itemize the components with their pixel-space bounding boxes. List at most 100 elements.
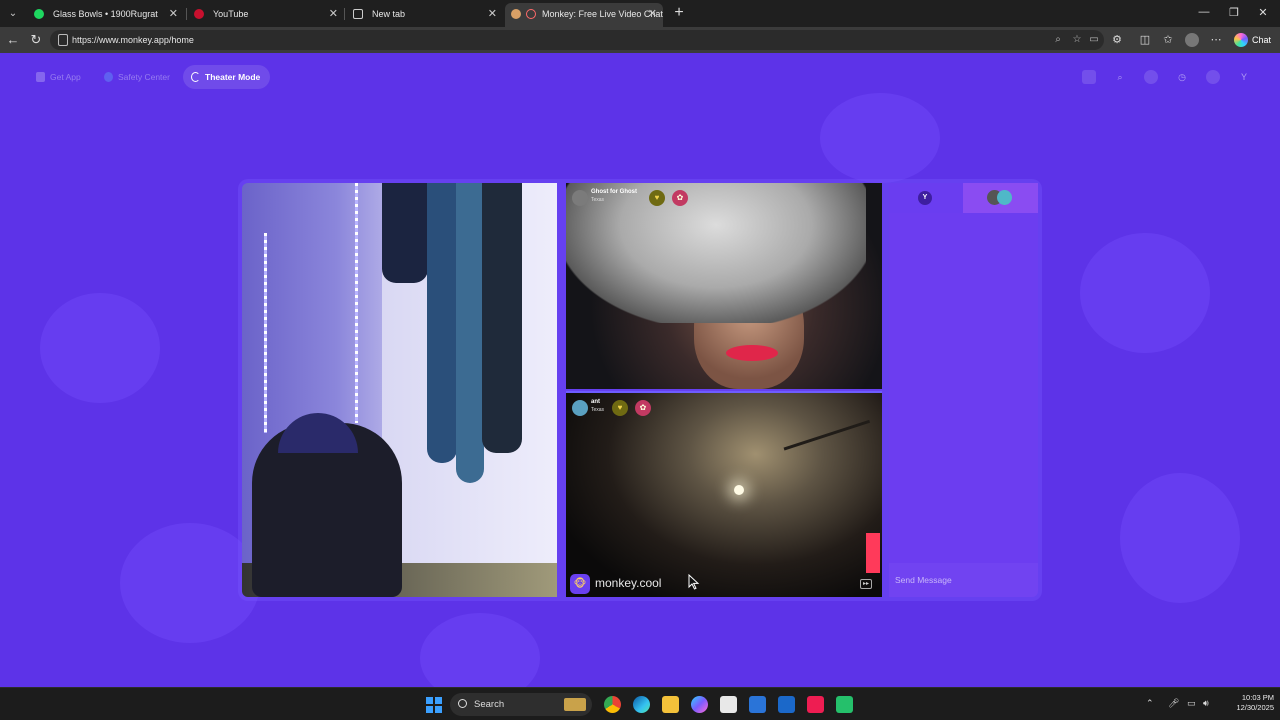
- android-app-icon[interactable]: [836, 696, 853, 713]
- mouse-cursor: [688, 573, 700, 595]
- monkey-favicon-icon: [511, 9, 521, 19]
- video-scene: [866, 533, 880, 573]
- restore-icon[interactable]: ❐: [1227, 6, 1241, 19]
- shield-icon: [104, 72, 113, 82]
- search-highlight-icon: [564, 698, 586, 711]
- video-scene: [355, 183, 358, 423]
- spotify-icon: [34, 9, 44, 19]
- video-scene: [382, 183, 428, 283]
- send-message-input[interactable]: [895, 571, 1031, 589]
- profile-avatar-icon[interactable]: [1185, 33, 1199, 47]
- get-app-label: Get App: [50, 72, 81, 82]
- search-label: Search: [474, 699, 505, 710]
- copilot-chat-button[interactable]: Chat: [1232, 30, 1276, 50]
- clock-date: 12/30/2025: [1236, 703, 1274, 712]
- shop-icon[interactable]: [1082, 70, 1096, 84]
- heart-badge-icon: ♥: [612, 400, 628, 416]
- gift-badge-icon: ✿: [635, 400, 651, 416]
- favorite-star-icon[interactable]: ☆: [1071, 34, 1083, 46]
- background-blob: [40, 293, 160, 403]
- mail-icon[interactable]: [749, 696, 766, 713]
- window-close-icon[interactable]: ✕: [1256, 6, 1270, 19]
- background-blob: [420, 613, 540, 687]
- volume-icon[interactable]: 🔊︎: [1203, 698, 1209, 709]
- video-scene: [726, 345, 778, 361]
- peer-avatar: [997, 190, 1012, 205]
- minimize-icon[interactable]: —: [1197, 6, 1211, 18]
- edge-icon[interactable]: [633, 696, 650, 713]
- theater-mode-icon: [191, 72, 200, 82]
- peer-video-1: Ghost for Ghost Texas ♥ ✿: [566, 183, 882, 389]
- my-avatar: Y: [918, 191, 932, 205]
- file-explorer-icon[interactable]: [662, 696, 679, 713]
- zoom-icon[interactable]: ⌕: [1052, 34, 1064, 46]
- store-icon[interactable]: [720, 696, 737, 713]
- site-info-icon[interactable]: [58, 34, 68, 46]
- network-icon[interactable]: ▭: [1187, 698, 1196, 709]
- tiktok-icon[interactable]: [807, 696, 824, 713]
- chat-input-area: [889, 563, 1038, 597]
- windows-start-icon[interactable]: [426, 697, 442, 713]
- more-menu-icon[interactable]: ⋯: [1209, 33, 1223, 47]
- taskbar-clock[interactable]: 10:03 PM 12/30/2025: [1216, 693, 1274, 713]
- address-bar[interactable]: https://www.monkey.app/home ⌕ ☆ ▭: [50, 30, 1104, 50]
- taskbar-search[interactable]: Search: [450, 693, 592, 716]
- copilot-app-icon[interactable]: [691, 696, 708, 713]
- gem-icon[interactable]: [1144, 70, 1158, 84]
- history-clock-icon[interactable]: ◷: [1175, 70, 1189, 84]
- peer-location: Texas: [591, 197, 605, 203]
- self-video: [242, 183, 557, 597]
- split-screen-icon[interactable]: ◫: [1138, 33, 1152, 47]
- messages-icon[interactable]: [1206, 70, 1220, 84]
- url-text[interactable]: https://www.monkey.app/home: [72, 30, 194, 50]
- favorites-icon[interactable]: ✩: [1161, 33, 1175, 47]
- chat-panel: Y: [889, 183, 1038, 597]
- video-scene: [456, 183, 484, 483]
- reload-icon[interactable]: ↻: [27, 31, 45, 49]
- tab-close-icon[interactable]: ✕: [488, 3, 497, 25]
- search-icon[interactable]: ⌕: [1113, 70, 1127, 84]
- theater-mode-label: Theater Mode: [205, 72, 261, 82]
- tab-close-icon[interactable]: ✕: [169, 3, 178, 25]
- browser-toolbar: ← ↻ https://www.monkey.app/home ⌕ ☆ ▭ ⚙ …: [0, 27, 1280, 53]
- cursor-arrow-icon: [688, 573, 700, 590]
- peer-video-2: ant Texas ♥ ✿ 🐵 monkey.cool ▸▸: [566, 391, 882, 597]
- tab-actions-chevron-icon[interactable]: ⌄: [4, 5, 22, 22]
- chrome-icon[interactable]: [604, 696, 621, 713]
- monkey-page: Get App Safety Center Theater Mode ⌕ ◷ Y: [0, 53, 1280, 687]
- get-app-link[interactable]: Get App: [28, 65, 81, 89]
- clock-time: 10:03 PM: [1241, 693, 1274, 702]
- video-scene: [278, 413, 358, 453]
- video-scene: [482, 183, 522, 453]
- tab-close-icon[interactable]: ✕: [329, 3, 338, 25]
- tab-spotify[interactable]: Glass Bowls • 1900Rugrat ✕: [26, 3, 184, 25]
- back-arrow-icon[interactable]: ←: [4, 31, 22, 49]
- microphone-icon[interactable]: 🎤︎: [1168, 698, 1179, 709]
- new-tab-plus-icon[interactable]: +: [670, 4, 688, 22]
- show-hidden-icons-chevron-icon[interactable]: ⌃: [1146, 698, 1154, 709]
- tab-title: Monkey: Free Live Video Chat: [542, 9, 663, 19]
- theater-mode-toggle[interactable]: Theater Mode: [183, 65, 271, 89]
- tab-monkey[interactable]: Monkey: Free Live Video Chat ✕: [505, 3, 663, 27]
- tab-youtube[interactable]: YouTube ✕: [186, 3, 344, 25]
- app-icon[interactable]: [778, 696, 795, 713]
- chat-tab-me[interactable]: Y: [889, 183, 963, 213]
- skip-next-icon[interactable]: ▸▸: [860, 579, 872, 589]
- profile-button[interactable]: Y: [1237, 70, 1251, 84]
- browser-tab-strip: ⌄ Glass Bowls • 1900Rugrat ✕ YouTube ✕ N…: [0, 0, 1280, 27]
- peer-name: ant: [591, 399, 600, 405]
- video-scene: [264, 233, 267, 433]
- chat-tab-peers[interactable]: [963, 183, 1038, 213]
- gift-badge-icon: ✿: [672, 190, 688, 206]
- background-blob: [1120, 473, 1240, 603]
- tab-close-icon[interactable]: ✕: [648, 3, 657, 25]
- extensions-icon[interactable]: ⚙: [1110, 33, 1124, 47]
- tab-new-tab[interactable]: New tab ✕: [345, 3, 503, 25]
- camera-in-use-icon[interactable]: ▭: [1088, 34, 1100, 46]
- phone-icon: [36, 72, 45, 82]
- safety-center-link[interactable]: Safety Center: [96, 65, 170, 89]
- video-scene: [734, 485, 744, 495]
- watermark-text: monkey.cool: [595, 576, 662, 590]
- video-scene: [783, 419, 879, 477]
- tab-title: YouTube: [213, 9, 249, 19]
